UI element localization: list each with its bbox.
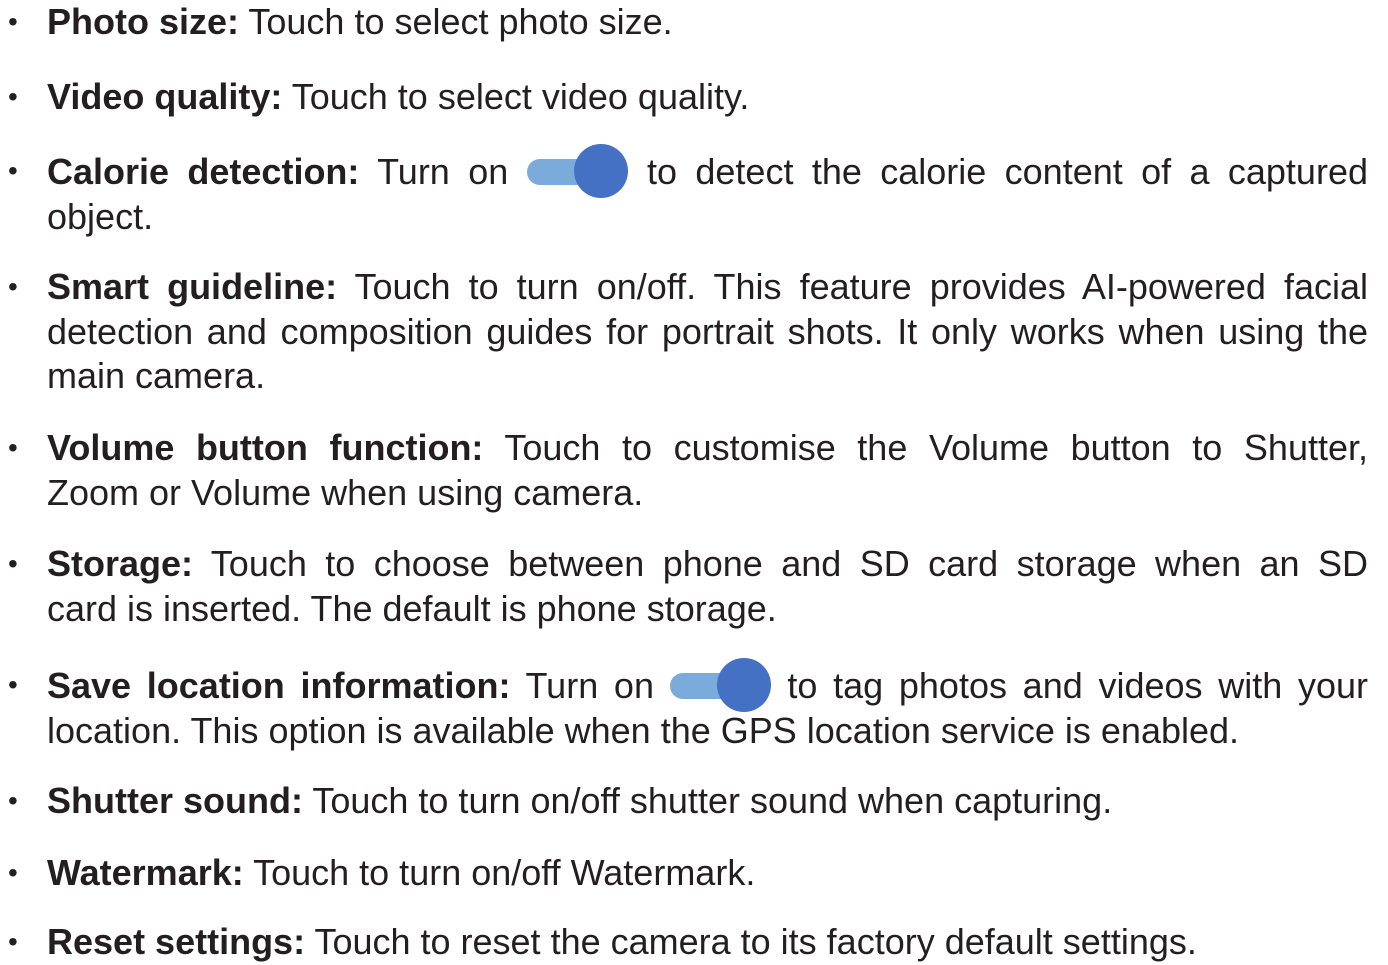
item-description: Touch to select video quality. [291,76,750,117]
item-description: Touch to turn on/off shutter sound when … [312,780,1113,821]
item-line: Calorie detection: Turn on to detect the… [47,144,1368,198]
item-line: Shutter sound: Touch to turn on/off shut… [47,779,1368,824]
item-term: Volume button function: [47,427,484,468]
item-line: detection and composition guides for por… [47,310,1368,352]
bullet: • [8,271,18,302]
list-item-storage: • Storage: Touch to choose between phone… [8,542,1368,631]
item-description: Touch to turn on/off. This feature provi… [354,266,1369,307]
item-description-before: Turn on [377,151,509,192]
item-line: location. This option is available when … [47,709,1240,751]
item-term: Reset settings: [47,921,306,962]
list-item-volume-button-function: • Volume button function: Touch to custo… [8,426,1368,515]
item-term: Photo size: [47,1,240,42]
item-term: Shutter sound: [47,780,303,821]
item-line: main camera. [47,355,266,396]
bullet: • [8,548,18,579]
bullet: • [8,6,18,37]
list-item-video-quality: • Video quality: Touch to select video q… [8,75,1368,120]
item-line: Storage: Touch to choose between phone a… [47,542,1368,587]
item-line: Watermark: Touch to turn on/off Watermar… [47,851,1368,896]
list-item-calorie-detection: • Calorie detection: Turn on to detect t… [8,144,1368,239]
item-line: Video quality: Touch to select video qua… [47,75,1368,120]
bullet: • [8,669,18,700]
bullet: • [8,926,18,957]
toggle-knob [716,658,771,712]
item-term: Watermark: [47,852,244,893]
item-description: Touch to customise the Volume button to … [504,427,1368,468]
item-description: Touch to select photo size. [248,1,673,42]
list-item-photo-size: • Photo size: Touch to select photo size… [8,0,1368,45]
list-item-save-location-information: • Save location information: Turn on to … [8,658,1368,753]
item-line: Zoom or Volume when using camera. [47,471,644,513]
item-description: Touch to choose between phone and SD car… [210,543,1368,584]
toggle-switch-on-icon [669,658,772,712]
bullet: • [8,432,18,463]
item-description-before: Turn on [525,665,654,706]
item-term: Smart guideline: [47,266,338,307]
bullet: • [8,785,18,816]
toggle-switch-on-icon [526,144,629,198]
item-line: Volume button function: Touch to customi… [47,426,1368,471]
item-term: Save location information: [47,665,511,706]
item-description: Touch to turn on/off Watermark. [253,852,756,893]
item-description-after: to tag photos and videos with your [787,665,1368,706]
bullet: • [8,857,18,888]
item-line: card is inserted. The default is phone s… [47,587,777,629]
list-item-watermark: • Watermark: Touch to turn on/off Waterm… [8,851,1368,896]
bullet: • [8,81,18,112]
item-line: Photo size: Touch to select photo size. [47,0,1368,45]
item-term: Storage: [47,543,194,584]
item-line: Smart guideline: Touch to turn on/off. T… [47,265,1368,310]
item-term: Video quality: [47,76,283,117]
toggle-knob [573,144,628,198]
bullet: • [8,155,18,186]
item-line: Reset settings: Touch to reset the camer… [47,920,1368,965]
list-item-shutter-sound: • Shutter sound: Touch to turn on/off sh… [8,779,1368,824]
item-term: Calorie detection: [47,151,360,192]
list-item-reset-settings: • Reset settings: Touch to reset the cam… [8,920,1368,965]
item-line: object. [47,195,154,237]
item-description-after: to detect the calorie content of a captu… [647,151,1368,192]
item-description: Touch to reset the camera to its factory… [314,921,1197,962]
list-item-smart-guideline: • Smart guideline: Touch to turn on/off.… [8,265,1368,399]
item-line: Save location information: Turn on to ta… [47,658,1368,712]
settings-list: • Photo size: Touch to select photo size… [0,0,1388,962]
